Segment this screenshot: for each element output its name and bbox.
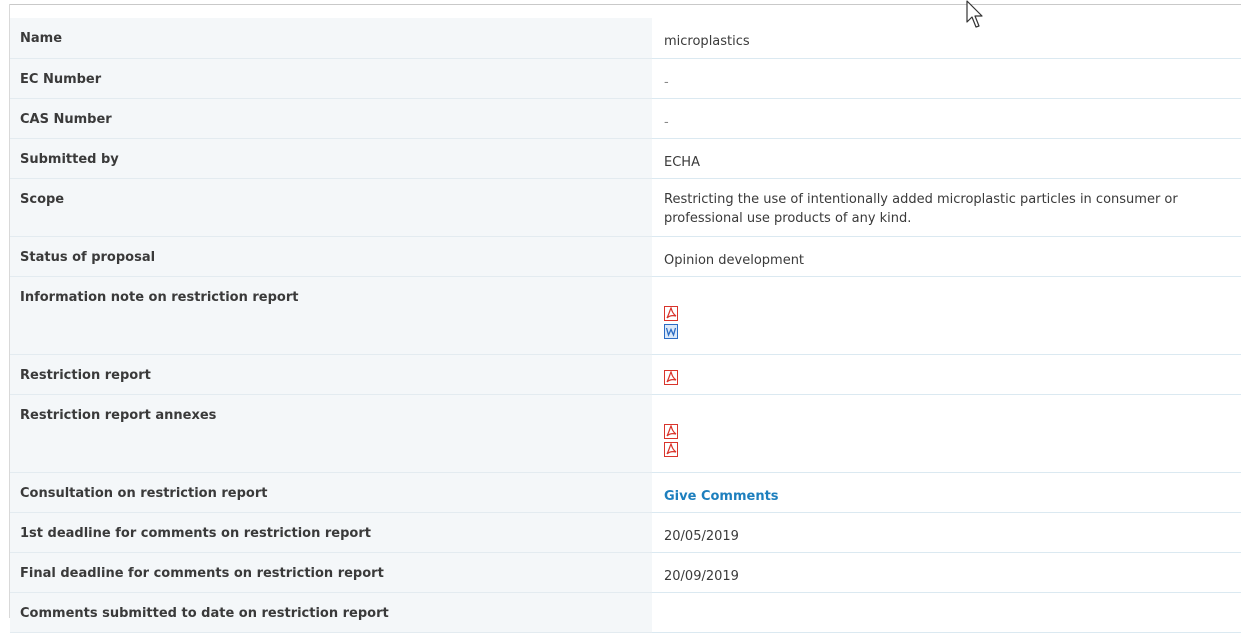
pdf-icon[interactable] — [664, 441, 678, 457]
table-row: 1st deadline for comments on restriction… — [10, 512, 1241, 553]
substance-details-table: Name microplastics EC Number - CAS Numbe… — [10, 18, 1241, 633]
row-value-annexes — [652, 394, 1241, 473]
scope-value: Restricting the use of intentionally add… — [664, 191, 1178, 226]
row-label: Scope — [10, 178, 652, 237]
submitted-by-value: ECHA — [664, 154, 700, 170]
row-value-name: microplastics — [652, 18, 1241, 59]
table-row: Name microplastics — [10, 18, 1241, 59]
table-row: Consultation on restriction report Give … — [10, 472, 1241, 513]
row-value-status: Opinion development — [652, 236, 1241, 277]
mouse-pointer-icon — [966, 0, 988, 30]
ec-number-value: - — [664, 74, 669, 90]
table-row: Status of proposal Opinion development — [10, 236, 1241, 277]
row-label: Final deadline for comments on restricti… — [10, 552, 652, 593]
row-label: Status of proposal — [10, 236, 652, 277]
row-label: CAS Number — [10, 98, 652, 139]
row-label: Submitted by — [10, 138, 652, 179]
table-row: Scope Restricting the use of intentional… — [10, 178, 1241, 237]
row-label: Consultation on restriction report — [10, 472, 652, 513]
row-value-cas-number: - — [652, 98, 1241, 139]
give-comments-link[interactable]: Give Comments — [664, 487, 1221, 506]
row-value-final-deadline: 20/09/2019 — [652, 552, 1241, 593]
table-row: EC Number - — [10, 58, 1241, 99]
row-value-submitted-by: ECHA — [652, 138, 1241, 179]
table-row: CAS Number - — [10, 98, 1241, 139]
pdf-icon[interactable] — [664, 305, 678, 321]
table-row: Restriction report — [10, 354, 1241, 395]
table-row: Restriction report annexes — [10, 394, 1241, 473]
row-value-comments-submitted — [652, 592, 1241, 633]
final-deadline-value: 20/09/2019 — [664, 568, 739, 584]
word-icon[interactable] — [664, 323, 678, 339]
table-row: Comments submitted to date on restrictio… — [10, 592, 1241, 633]
row-label: Name — [10, 18, 652, 59]
status-value: Opinion development — [664, 252, 805, 268]
pdf-icon[interactable] — [664, 423, 678, 439]
table-row: Final deadline for comments on restricti… — [10, 552, 1241, 593]
row-label: 1st deadline for comments on restriction… — [10, 512, 652, 553]
top-divider — [9, 4, 1241, 5]
first-deadline-value: 20/05/2019 — [664, 528, 739, 544]
row-value-consultation: Give Comments — [652, 472, 1241, 513]
top-strip — [0, 0, 1241, 18]
row-label: Comments submitted to date on restrictio… — [10, 592, 652, 633]
name-value: microplastics — [664, 34, 750, 49]
row-value-information-note — [652, 276, 1241, 355]
row-value-scope: Restricting the use of intentionally add… — [652, 178, 1241, 237]
row-label: Restriction report annexes — [10, 394, 652, 473]
cas-number-value: - — [664, 114, 669, 130]
table-row: Submitted by ECHA — [10, 138, 1241, 179]
row-value-ec-number: - — [652, 58, 1241, 99]
table-row: Information note on restriction report — [10, 276, 1241, 355]
pdf-icon[interactable] — [664, 369, 678, 385]
row-label: Information note on restriction report — [10, 276, 652, 355]
row-value-restriction-report — [652, 354, 1241, 395]
row-value-first-deadline: 20/05/2019 — [652, 512, 1241, 553]
row-label: Restriction report — [10, 354, 652, 395]
row-label: EC Number — [10, 58, 652, 99]
